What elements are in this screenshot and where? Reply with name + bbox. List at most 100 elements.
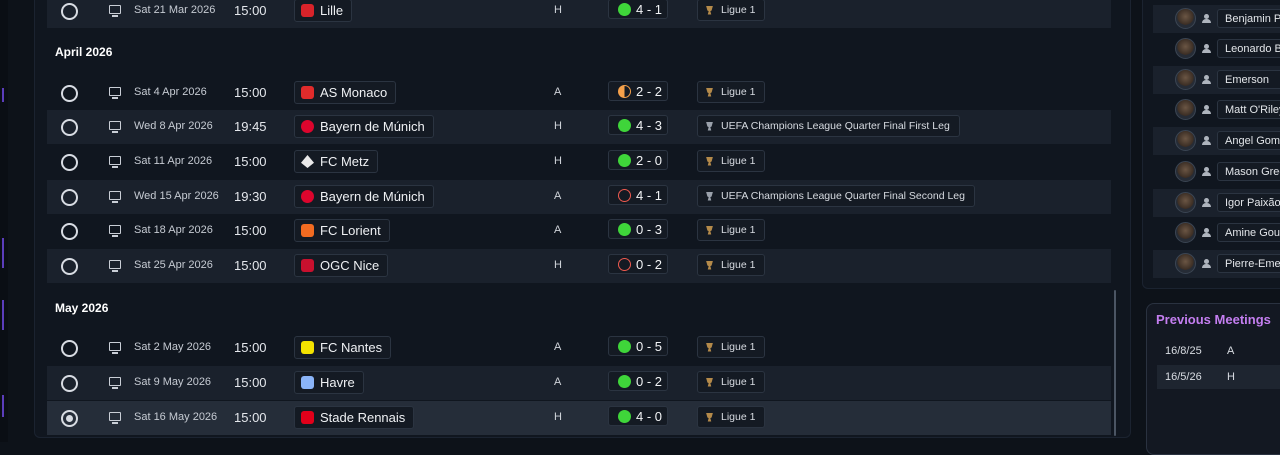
player-row[interactable]: Igor Paixão xyxy=(1153,189,1280,217)
result-score: 0 - 2 xyxy=(636,256,663,272)
player-name[interactable]: Emerson xyxy=(1217,70,1280,89)
opponent-chip[interactable]: Lille xyxy=(294,0,353,22)
player-row[interactable]: Mason Gree xyxy=(1153,158,1280,186)
fixtures-list[interactable]: Sat 21 Mar 2026 15:00 Lille H 4 - 1 Ligu… xyxy=(47,0,1111,437)
player-name[interactable]: Leonardo B xyxy=(1217,39,1280,58)
player-avatar xyxy=(1175,161,1196,182)
result-chip[interactable]: 4 - 3 xyxy=(608,115,668,135)
fixture-row[interactable]: Sat 4 Apr 2026 15:00 AS Monaco A 2 - 2 L… xyxy=(47,76,1111,110)
competition-chip[interactable]: Ligue 1 xyxy=(697,254,766,276)
opponent-chip[interactable]: FC Metz xyxy=(294,150,379,173)
competition-chip[interactable]: Ligue 1 xyxy=(697,0,766,21)
fixture-time: 15:00 xyxy=(234,375,267,390)
fixture-select-radio[interactable] xyxy=(61,340,78,357)
fixture-row[interactable]: Wed 15 Apr 2026 19:30 Bayern de Múnich A… xyxy=(47,180,1111,214)
meeting-date: 16/5/26 xyxy=(1165,371,1202,383)
competition-chip[interactable]: Ligue 1 xyxy=(697,150,766,172)
competition-chip[interactable]: UEFA Champions League Quarter Final Firs… xyxy=(697,115,960,137)
opponent-chip[interactable]: AS Monaco xyxy=(294,81,397,104)
result-chip[interactable]: 0 - 2 xyxy=(608,371,668,391)
fixture-row[interactable]: Sat 21 Mar 2026 15:00 Lille H 4 - 1 Ligu… xyxy=(47,0,1111,28)
person-icon xyxy=(1202,167,1211,176)
result-score: 0 - 3 xyxy=(636,221,663,237)
player-row[interactable]: Leonardo B xyxy=(1153,35,1280,63)
result-score: 0 - 2 xyxy=(636,373,663,389)
competition-chip[interactable]: Ligue 1 xyxy=(697,81,766,103)
result-chip[interactable]: 2 - 2 xyxy=(608,81,668,101)
player-row[interactable]: Emerson xyxy=(1153,66,1280,94)
trophy-icon xyxy=(706,377,713,387)
list-scrollbar[interactable] xyxy=(1114,290,1116,436)
fixture-row[interactable]: Sat 9 May 2026 15:00 Havre A 0 - 2 Ligue… xyxy=(47,366,1111,400)
competition-chip[interactable]: Ligue 1 xyxy=(697,406,766,428)
tv-icon xyxy=(109,225,121,237)
player-row[interactable]: Matt O'Riley xyxy=(1153,96,1280,124)
fixture-row[interactable]: Sat 18 Apr 2026 15:00 FC Lorient A 0 - 3… xyxy=(47,214,1111,248)
fixture-select-radio[interactable] xyxy=(61,119,78,136)
player-avatar xyxy=(1175,130,1196,151)
opponent-chip[interactable]: Bayern de Múnich xyxy=(294,115,434,138)
player-avatar xyxy=(1175,222,1196,243)
opponent-name: Bayern de Múnich xyxy=(320,189,425,204)
fixture-select-radio[interactable] xyxy=(61,223,78,240)
fixture-row[interactable]: Wed 8 Apr 2026 19:45 Bayern de Múnich H … xyxy=(47,110,1111,144)
result-chip[interactable]: 0 - 2 xyxy=(608,254,668,274)
opponent-chip[interactable]: FC Nantes xyxy=(294,336,392,359)
player-name[interactable]: Igor Paixão xyxy=(1217,193,1280,212)
result-chip[interactable]: 4 - 1 xyxy=(608,0,668,19)
meeting-row[interactable]: 16/8/25 A xyxy=(1157,339,1280,363)
player-row[interactable]: Pierre-Emer xyxy=(1153,250,1280,278)
fixture-select-radio[interactable] xyxy=(61,189,78,206)
player-row[interactable]: Amine Goui xyxy=(1153,219,1280,247)
player-row[interactable]: Benjamin P xyxy=(1153,5,1280,33)
player-avatar xyxy=(1175,69,1196,90)
fixture-row[interactable]: Sat 11 Apr 2026 15:00 FC Metz H 2 - 0 Li… xyxy=(47,145,1111,179)
fixture-select-radio-checked[interactable] xyxy=(61,410,78,427)
player-name[interactable]: Amine Goui xyxy=(1217,223,1280,242)
result-score: 0 - 5 xyxy=(636,338,663,354)
fixture-select-radio[interactable] xyxy=(61,154,78,171)
opponent-name: Stade Rennais xyxy=(320,410,406,425)
opponent-chip[interactable]: Bayern de Múnich xyxy=(294,185,434,208)
player-name[interactable]: Matt O'Riley xyxy=(1217,100,1280,119)
competition-chip[interactable]: Ligue 1 xyxy=(697,219,766,241)
result-chip[interactable]: 2 - 0 xyxy=(608,150,668,170)
player-row[interactable]: Angel Gome xyxy=(1153,127,1280,155)
fixture-row[interactable]: Sat 2 May 2026 15:00 FC Nantes A 0 - 5 L… xyxy=(47,331,1111,365)
competition-chip[interactable]: Ligue 1 xyxy=(697,371,766,393)
fixture-time: 19:30 xyxy=(234,189,267,204)
result-chip[interactable]: 4 - 0 xyxy=(608,406,668,426)
fixture-row-selected[interactable]: Sat 16 May 2026 15:00 Stade Rennais H 4 … xyxy=(47,401,1111,435)
player-name[interactable]: Angel Gome xyxy=(1217,131,1280,150)
result-chip[interactable]: 0 - 5 xyxy=(608,336,668,356)
meeting-row[interactable]: 16/5/26 H xyxy=(1157,365,1280,389)
person-icon xyxy=(1202,44,1211,53)
competition-chip[interactable]: UEFA Champions League Quarter Final Seco… xyxy=(697,185,975,207)
opponent-chip[interactable]: OGC Nice xyxy=(294,254,389,277)
player-name[interactable]: Mason Gree xyxy=(1217,162,1280,181)
player-name[interactable]: Benjamin P xyxy=(1217,9,1280,28)
opponent-chip[interactable]: Havre xyxy=(294,371,364,394)
fixture-select-radio[interactable] xyxy=(61,85,78,102)
fixture-date: Sat 16 May 2026 xyxy=(134,411,218,423)
competition-name: Ligue 1 xyxy=(721,411,756,423)
fixture-select-radio[interactable] xyxy=(61,258,78,275)
result-score: 4 - 0 xyxy=(636,408,663,424)
player-name[interactable]: Pierre-Emer xyxy=(1217,254,1280,273)
player-avatar xyxy=(1175,38,1196,59)
fixture-row[interactable]: Sat 25 Apr 2026 15:00 OGC Nice H 0 - 2 L… xyxy=(47,249,1111,283)
opponent-chip[interactable]: FC Lorient xyxy=(294,219,390,242)
result-chip[interactable]: 4 - 1 xyxy=(608,185,668,205)
result-chip[interactable]: 0 - 3 xyxy=(608,219,668,239)
fixture-time: 15:00 xyxy=(234,85,267,100)
opponent-chip[interactable]: Stade Rennais xyxy=(294,406,415,429)
person-icon xyxy=(1202,75,1211,84)
competition-name: Ligue 1 xyxy=(721,259,756,271)
fixture-select-radio[interactable] xyxy=(61,375,78,392)
ucl-trophy-icon xyxy=(706,191,713,201)
fixture-select-radio[interactable] xyxy=(61,3,78,20)
fixture-date: Sat 18 Apr 2026 xyxy=(134,224,213,236)
competition-name: Ligue 1 xyxy=(721,224,756,236)
person-icon xyxy=(1202,14,1211,23)
competition-chip[interactable]: Ligue 1 xyxy=(697,336,766,358)
